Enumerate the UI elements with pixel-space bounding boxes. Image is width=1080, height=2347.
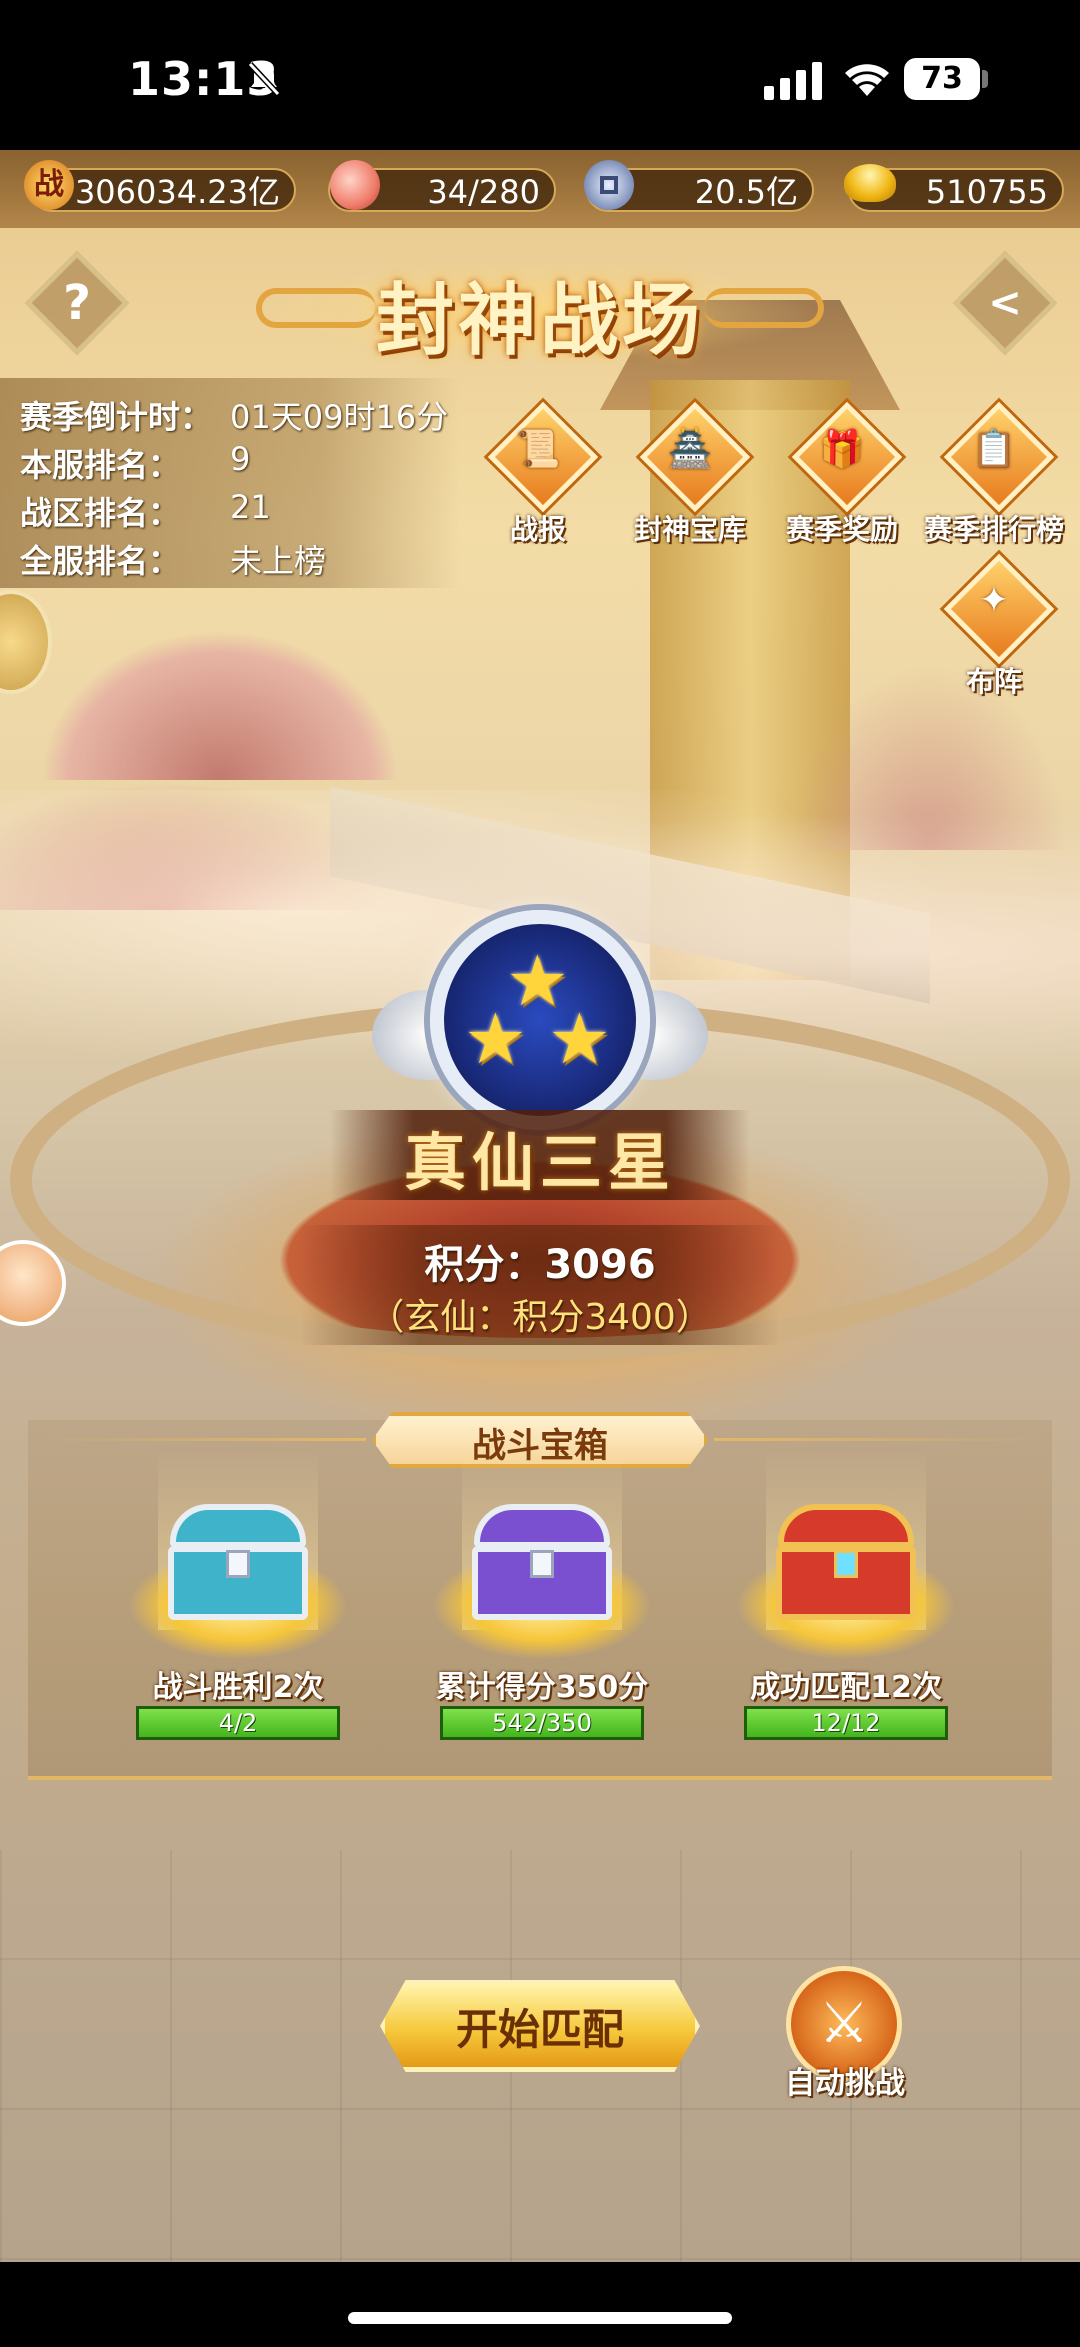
season-countdown-label: 赛季倒计时： <box>20 398 213 436</box>
gem-lock-icon <box>834 1550 858 1578</box>
page-title: 封神战场 <box>375 276 704 366</box>
global-rank-value: 未上榜 <box>230 542 327 580</box>
season-info-panel: 赛季倒计时： 01天09时16分 本服排名： 9 战区排名： 21 全服排名： … <box>0 378 460 588</box>
auto-challenge-label[interactable]: 自动挑战 <box>750 2058 940 2102</box>
currency-bar: 306034.23亿 战 34/280 20.5亿 510755 <box>0 150 1080 228</box>
start-match-label[interactable]: 开始匹配 <box>380 1996 700 2057</box>
copper-coin-icon <box>584 160 634 210</box>
wifi-icon <box>842 58 892 98</box>
silent-bell-icon <box>244 58 284 98</box>
chest-progress-bar: 4/2 <box>136 1706 340 1740</box>
rank-name: 真仙三星 <box>403 1126 676 1199</box>
divider <box>714 1438 1044 1441</box>
star-icon: ★ <box>548 998 611 1080</box>
mountain <box>40 630 400 780</box>
next-rank-requirement: （玄仙：积分3400） <box>368 1297 712 1338</box>
treasury-button[interactable]: 🏯 封神宝库 <box>630 401 751 546</box>
battle-report-button[interactable]: 📜 战报 <box>478 401 599 546</box>
chest-total-score[interactable]: 累计得分350分 542/350 <box>422 1450 662 1770</box>
season-countdown-value: 01天09时16分 <box>230 398 449 436</box>
chest-progress-text: 12/12 <box>811 1709 881 1737</box>
zone-rank-value: 21 <box>230 488 271 526</box>
chest-icon <box>778 1504 914 1548</box>
season-reward-button[interactable]: 🎁 赛季奖励 <box>782 401 903 546</box>
chest-progress-bar: 542/350 <box>440 1706 644 1740</box>
chest-win-battles[interactable]: 战斗胜利2次 4/2 <box>118 1450 358 1770</box>
divider <box>36 1438 366 1441</box>
combat-power-icon: 战 <box>24 160 74 210</box>
formation-button[interactable]: ✦ 布阵 <box>934 553 1055 698</box>
home-indicator[interactable] <box>348 2312 732 2324</box>
home-bar-area <box>0 2262 1080 2347</box>
zone-rank-label: 战区排名： <box>20 494 181 532</box>
season-leaderboard-button[interactable]: 📋 赛季排行榜 <box>924 401 1064 546</box>
cellular-signal-icon <box>764 62 828 100</box>
chest-condition: 成功匹配12次 <box>750 1670 942 1705</box>
chest-progress-text: 542/350 <box>492 1709 592 1737</box>
peach-icon <box>330 160 380 210</box>
chest-match-success[interactable]: 成功匹配12次 12/12 <box>726 1450 966 1770</box>
star-icon: ★ <box>464 998 527 1080</box>
season-leaderboard-label: 赛季排行榜 <box>923 513 1064 546</box>
server-rank-value: 9 <box>230 440 251 478</box>
global-rank-label: 全服排名： <box>20 542 181 580</box>
gold-ingot-icon <box>844 164 896 202</box>
status-bar: 13:13 73 <box>0 0 1080 150</box>
chest-icon <box>170 1504 306 1548</box>
chest-condition: 战斗胜利2次 <box>152 1670 324 1705</box>
chest-condition: 累计得分350分 <box>435 1670 649 1705</box>
lock-icon <box>226 1550 250 1578</box>
chest-icon <box>474 1504 610 1548</box>
question-icon: ? <box>63 275 91 331</box>
chest-progress-bar: 12/12 <box>744 1706 948 1740</box>
lock-icon <box>530 1550 554 1578</box>
battery-indicator: 73 <box>904 58 980 100</box>
back-arrow-icon: < <box>988 280 1022 326</box>
battery-cap <box>982 70 988 88</box>
current-score: 积分：3096 <box>424 1242 656 1288</box>
chest-progress-text: 4/2 <box>218 1709 258 1737</box>
rank-badge: ★ ★ ★ <box>430 910 650 1130</box>
formation-label: 布阵 <box>965 665 1022 698</box>
server-rank-label: 本服排名： <box>20 446 181 484</box>
